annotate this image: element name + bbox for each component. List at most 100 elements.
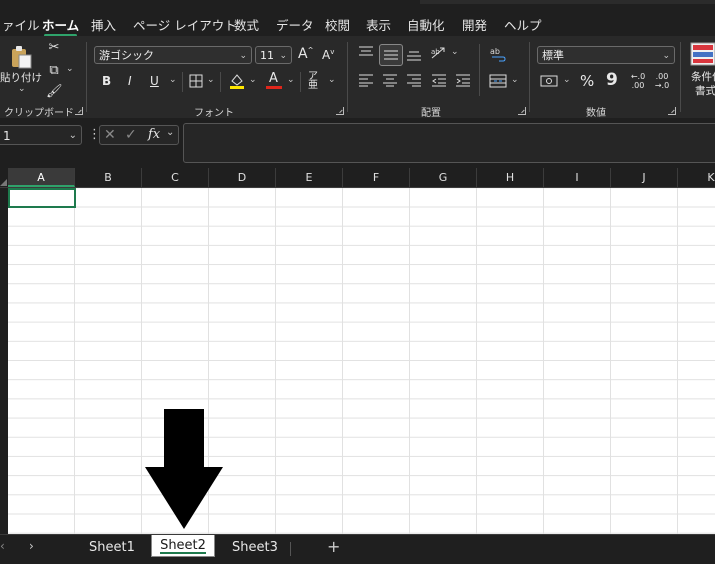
column-header-c[interactable]: C [142, 168, 209, 187]
cell-grid[interactable] [8, 188, 715, 534]
font-name-dropdown[interactable]: 游ゴシック ⌄ [94, 46, 252, 64]
copy-chevron-icon[interactable]: ⌄ [66, 64, 74, 74]
merge-chevron-icon[interactable]: ⌄ [511, 75, 519, 85]
font-size-dropdown[interactable]: 11 ⌄ [255, 46, 292, 64]
conditional-formatting-label[interactable]: 条件付 [691, 69, 715, 84]
underline-button[interactable]: U [150, 74, 159, 88]
tab-file[interactable]: ァイル [2, 15, 40, 34]
format-painter-icon[interactable]: 🖌 [46, 84, 63, 100]
tab-data[interactable]: データ [276, 15, 314, 34]
copy-icon[interactable]: ⧉ [46, 63, 62, 79]
comma-style-button[interactable]: 9 [606, 70, 618, 90]
decrease-indent-icon[interactable] [430, 73, 448, 92]
cut-icon[interactable]: ✂ [46, 40, 62, 56]
column-header-h[interactable]: H [477, 168, 544, 187]
column-headers: A B C D E F G H I J K [0, 168, 715, 188]
align-top-icon[interactable] [357, 45, 375, 64]
accounting-chevron-icon[interactable]: ⌄ [563, 75, 571, 85]
column-header-a[interactable]: A [8, 168, 75, 187]
number-format-dropdown[interactable]: 標準 ⌄ [537, 46, 675, 64]
column-header-f[interactable]: F [343, 168, 410, 187]
sheet-tab-sheet2[interactable]: Sheet2 [151, 535, 215, 557]
column-header-g[interactable]: G [410, 168, 477, 187]
borders-icon[interactable] [188, 74, 204, 93]
accounting-format-icon[interactable] [540, 74, 560, 93]
column-header-d[interactable]: D [209, 168, 276, 187]
svg-text:ab: ab [431, 48, 440, 56]
font-color-chevron-icon[interactable]: ⌄ [287, 75, 295, 85]
column-header-b[interactable]: B [75, 168, 142, 187]
phonetic-icon[interactable]: ア亜 [306, 72, 320, 91]
name-box[interactable]: 1 ⌄ [0, 125, 82, 145]
fill-color-icon[interactable] [228, 72, 246, 95]
increase-indent-icon[interactable] [454, 73, 472, 92]
font-group-label: フォント [194, 108, 234, 119]
conditional-formatting-icon[interactable] [690, 42, 715, 68]
percent-style-button[interactable]: % [580, 72, 594, 90]
clipboard-group-label: クリップボード [4, 108, 74, 119]
column-header-j[interactable]: J [611, 168, 678, 187]
increase-font-size-button[interactable]: A^ [298, 46, 313, 62]
scroll-right-icon[interactable]: › [29, 539, 34, 553]
tab-developer[interactable]: 開発 [462, 15, 487, 34]
tab-automate[interactable]: 自動化 [407, 15, 445, 34]
align-left-icon[interactable] [357, 73, 375, 92]
tab-page-layout[interactable]: ページ レイアウト [133, 15, 237, 34]
text-orientation-icon[interactable]: ab [430, 45, 448, 66]
italic-button[interactable]: I [128, 74, 132, 88]
active-cell[interactable] [8, 188, 76, 208]
add-sheet-icon[interactable]: + [327, 537, 340, 556]
text-orientation-chevron-icon[interactable]: ⌄ [451, 47, 459, 57]
conditional-formatting-label-2[interactable]: 書式 [695, 83, 715, 98]
decrease-decimal-icon[interactable]: .00 →.0 [652, 72, 672, 90]
formula-bar: 1 ⌄ ⋮ ✕ ✓ fx ⌄ [0, 118, 715, 168]
bold-button[interactable]: B [102, 74, 111, 88]
align-middle-button[interactable] [379, 44, 403, 66]
formula-buttons: ✕ ✓ fx ⌄ [99, 125, 179, 145]
wrap-text-icon[interactable]: ab [488, 46, 508, 67]
enter-icon[interactable]: ✓ [125, 127, 137, 143]
scroll-left-icon[interactable]: ‹ [0, 539, 5, 553]
clipboard-launcher-icon[interactable] [75, 107, 83, 115]
ribbon: 貼り付け ⌄ ✂ ⧉ ⌄ 🖌 クリップボード 游ゴシック ⌄ 11 ⌄ A^ Av … [0, 36, 715, 119]
row-headers[interactable] [0, 188, 8, 534]
tab-help[interactable]: ヘルプ [504, 15, 542, 34]
tab-review[interactable]: 校閲 [325, 15, 350, 34]
ribbon-tab-bar: ァイル ホーム 挿入 ページ レイアウト 数式 データ 校閲 表示 自動化 開発… [0, 0, 715, 37]
paste-button-label[interactable]: 貼り付け [0, 70, 42, 85]
number-group-label: 数値 [586, 108, 606, 119]
tab-home[interactable]: ホーム [42, 15, 79, 37]
tab-formulas[interactable]: 数式 [234, 15, 259, 34]
underline-chevron-icon[interactable]: ⌄ [169, 75, 177, 85]
tab-insert[interactable]: 挿入 [91, 15, 116, 34]
cancel-icon[interactable]: ✕ [104, 127, 116, 143]
merge-center-icon[interactable] [488, 73, 508, 94]
phonetic-chevron-icon[interactable]: ⌄ [328, 75, 336, 85]
borders-chevron-icon[interactable]: ⌄ [207, 75, 215, 85]
paste-icon[interactable] [8, 44, 34, 70]
increase-decimal-icon[interactable]: ←.0.00 [628, 72, 648, 90]
sheet-tab-sheet1[interactable]: Sheet1 [89, 540, 135, 555]
sheet-tab-bar: ‹ › Sheet1 Sheet2 Sheet3 + [0, 534, 715, 564]
align-right-icon[interactable] [405, 73, 423, 92]
sheet-tab-sheet3[interactable]: Sheet3 [232, 540, 278, 555]
column-header-k[interactable]: K [678, 168, 715, 187]
down-arrow-annotation [145, 409, 223, 529]
number-launcher-icon[interactable] [668, 107, 676, 115]
font-color-button[interactable]: A [266, 71, 282, 91]
column-header-e[interactable]: E [276, 168, 343, 187]
tab-view[interactable]: 表示 [366, 15, 391, 34]
formula-input[interactable] [183, 123, 715, 163]
alignment-group-label: 配置 [421, 108, 441, 119]
fx-chevron-icon[interactable]: ⌄ [166, 127, 174, 138]
align-center-icon[interactable] [381, 73, 399, 92]
column-header-i[interactable]: I [544, 168, 611, 187]
decrease-font-size-button[interactable]: Av [322, 48, 334, 62]
paste-chevron-icon[interactable]: ⌄ [18, 84, 26, 94]
insert-function-button[interactable]: fx [148, 127, 160, 142]
align-bottom-icon[interactable] [405, 47, 423, 66]
alignment-launcher-icon[interactable] [518, 107, 526, 115]
fill-color-chevron-icon[interactable]: ⌄ [249, 75, 257, 85]
font-launcher-icon[interactable] [336, 107, 344, 115]
select-all-corner[interactable] [0, 168, 8, 187]
